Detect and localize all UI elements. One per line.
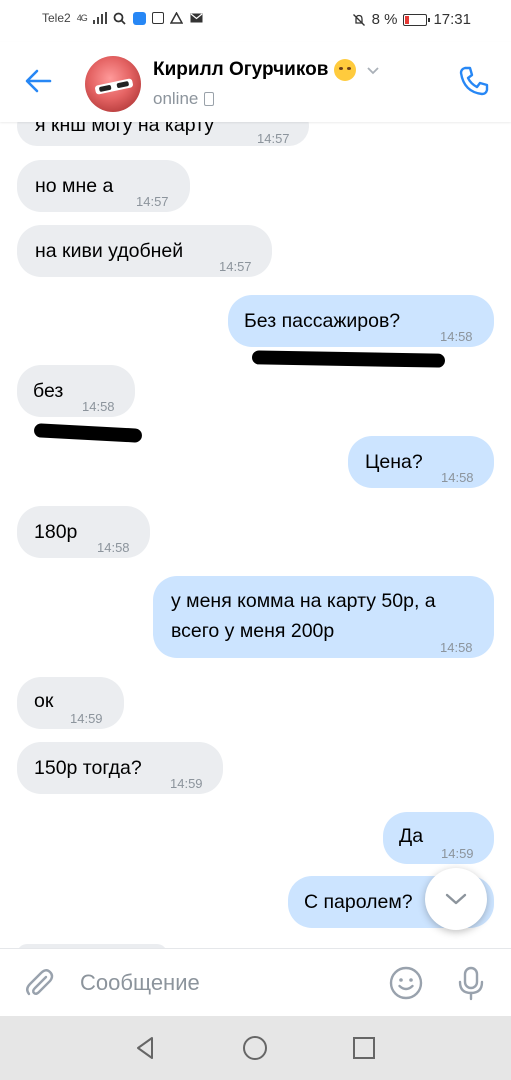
message-outgoing[interactable]: у меня комма на карту 50р, а всего у мен… (153, 576, 494, 658)
mobile-device-icon (204, 92, 215, 106)
scribble-mark (251, 350, 446, 368)
app-notification-icon (132, 11, 146, 25)
clock: 17:31 (433, 11, 471, 28)
message-list[interactable]: я кнш могу на карту 14:57 но мне а 14:57… (0, 122, 511, 948)
message-text: но мне а (35, 175, 114, 197)
message-text: 180р (34, 521, 78, 543)
chat-header: Кирилл Огурчиков online (0, 42, 511, 122)
message-text: Без пассажиров? (244, 310, 401, 332)
system-nav-bar (0, 1016, 511, 1080)
message-incoming[interactable]: на киви удобней 14:57 (17, 225, 272, 277)
message-incoming[interactable]: ок 14:59 (17, 677, 124, 729)
carrier-label: Tele2 (42, 11, 71, 25)
nav-recents-icon (353, 1037, 375, 1059)
network-label: 4G (76, 13, 88, 23)
message-outgoing[interactable]: Да 14:59 (383, 812, 494, 864)
signal-icon (92, 11, 107, 25)
back-arrow-icon (25, 69, 52, 93)
message-text: Да (399, 825, 424, 847)
status-bar: Tele2 4G 8 % 17:31 (0, 0, 511, 42)
chevron-down-icon (445, 893, 467, 905)
message-outgoing[interactable]: Без пассажиров? 14:58 (228, 295, 494, 347)
status-bar-right: 8 % 17:31 (352, 11, 471, 28)
message-incoming[interactable]: я кнш могу на карту 14:57 (17, 122, 309, 146)
scroll-to-bottom-button[interactable] (425, 868, 487, 930)
call-button[interactable] (455, 62, 493, 100)
scribble-mark (33, 423, 143, 443)
avatar-glasses (94, 78, 134, 95)
message-time: 14:58 (440, 640, 473, 655)
back-button[interactable] (22, 64, 56, 98)
smile-icon (389, 966, 423, 1000)
nav-back-icon (137, 1037, 153, 1059)
message-text: Цена? (365, 451, 423, 473)
emoji-button[interactable] (388, 965, 424, 1001)
contact-name[interactable]: Кирилл Огурчиков (153, 59, 380, 81)
nav-recents-button[interactable] (350, 1034, 378, 1062)
voice-message-button[interactable] (454, 965, 488, 1001)
status-bar-left: Tele2 4G (42, 11, 204, 25)
attach-button[interactable] (22, 966, 56, 1000)
sim-icon (151, 12, 164, 24)
message-text: 150р тогда? (34, 757, 142, 779)
message-input[interactable] (80, 967, 370, 999)
battery-icon (403, 13, 431, 26)
nav-back-button[interactable] (132, 1034, 160, 1062)
message-text: у меня комма на карту 50р, а всего у мен… (171, 590, 436, 642)
message-text: без (33, 380, 64, 402)
message-time: 14:58 (440, 329, 473, 344)
message-incoming[interactable]: но мне а 14:57 (17, 160, 190, 212)
message-text: на киви удобней (35, 240, 184, 262)
message-time: 14:58 (82, 399, 115, 414)
search-icon (113, 11, 127, 25)
avatar[interactable] (85, 56, 141, 112)
message-time: 14:58 (441, 470, 474, 485)
warning-icon (170, 11, 184, 25)
message-incoming[interactable]: без 14:58 (17, 365, 135, 417)
nav-home-button[interactable] (241, 1034, 269, 1062)
message-time: 14:57 (219, 259, 252, 274)
message-text: ок (34, 690, 54, 712)
message-incoming[interactable]: 150р тогда? 14:59 (17, 742, 223, 794)
status-text: online (153, 89, 199, 108)
message-time: 14:57 (136, 194, 169, 209)
composer (0, 948, 511, 1016)
message-time: 14:59 (170, 776, 203, 791)
mail-icon (190, 11, 204, 25)
message-time: 14:59 (441, 846, 474, 861)
nav-home-icon (243, 1036, 267, 1060)
contact-status: online (153, 89, 215, 109)
message-time: 14:57 (257, 131, 290, 146)
microphone-icon (458, 966, 484, 1001)
message-text: я кнш могу на карту (35, 122, 215, 136)
emoji-icon (334, 59, 357, 81)
message-time: 14:59 (70, 711, 103, 726)
chevron-down-icon (366, 63, 380, 78)
message-incoming[interactable]: 180р 14:58 (17, 506, 150, 558)
paperclip-icon (26, 969, 54, 996)
message-time: 14:58 (97, 540, 130, 555)
message-text: С паролем? (304, 891, 413, 913)
battery-percent: 8 % (371, 11, 398, 28)
mute-icon (352, 13, 366, 27)
contact-name-text: Кирилл Огурчиков (153, 59, 329, 80)
phone-call-icon (459, 66, 489, 96)
message-outgoing[interactable]: Цена? 14:58 (348, 436, 494, 488)
